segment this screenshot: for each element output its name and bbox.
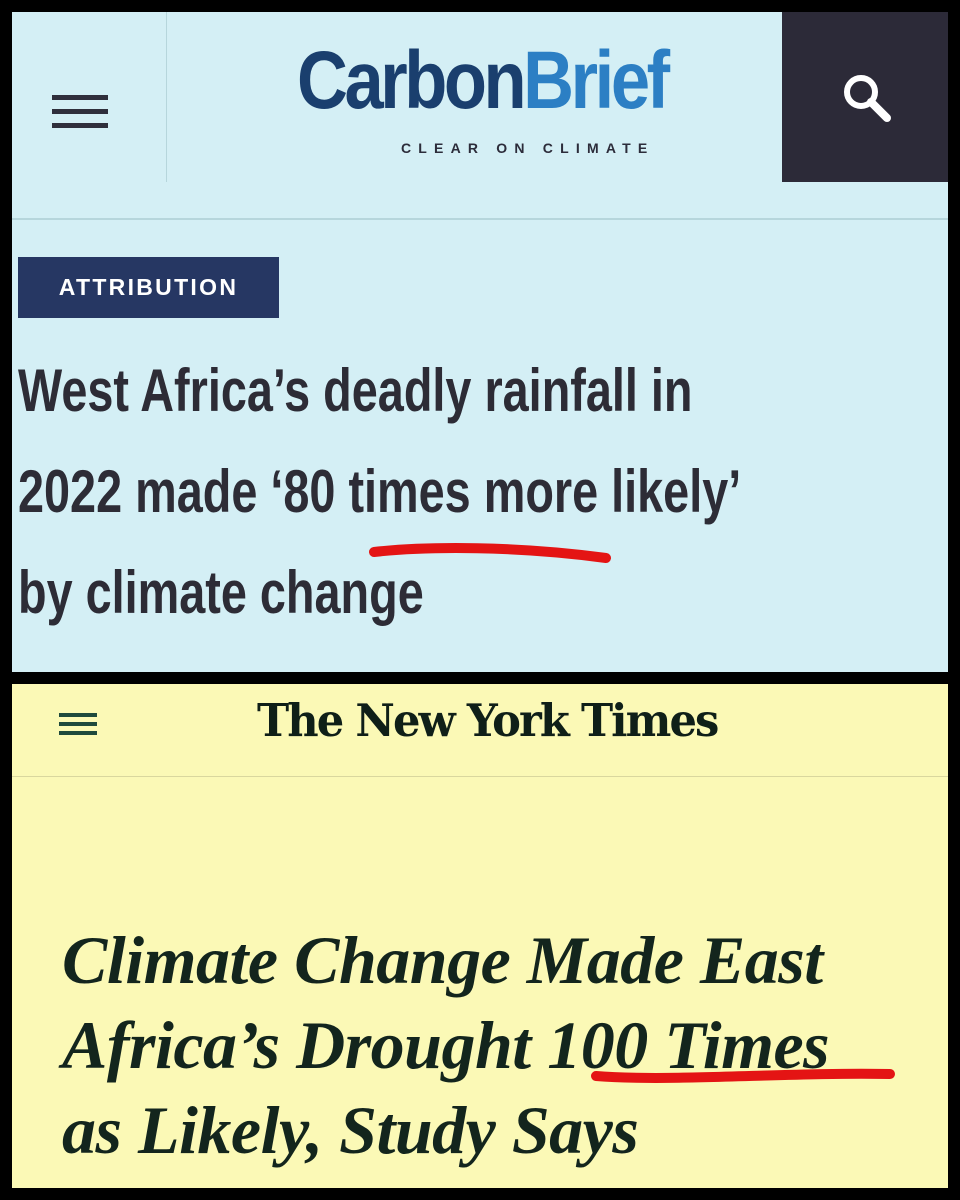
logo-carbon: Carbon xyxy=(297,35,527,126)
headline-line-2-end: more likely’ xyxy=(470,458,742,525)
headline-line-2-start: 2022 made ‘ xyxy=(18,458,284,525)
collage-frame: CarbonBrief CLEAR ON CLIMATE ATTRIBUTION… xyxy=(0,0,960,1200)
logo-tagline: CLEAR ON CLIMATE xyxy=(401,140,655,156)
headline-line-1: Climate Change Made East xyxy=(62,922,823,998)
nyt-headline[interactable]: Climate Change Made East Africa’s Drough… xyxy=(62,918,830,1173)
logo-brief: Brief xyxy=(523,35,670,126)
header-divider xyxy=(166,12,167,182)
carbonbrief-logo[interactable]: CarbonBrief CLEAR ON CLIMATE xyxy=(297,40,717,170)
headline-line-3: as Likely, Study Says xyxy=(62,1092,639,1168)
nyt-screenshot: The New York Times Climate Change Made E… xyxy=(12,684,948,1188)
hamburger-icon[interactable] xyxy=(59,711,99,735)
logo-wordmark: CarbonBrief xyxy=(297,40,670,122)
headline-highlight: 80 times xyxy=(283,458,471,525)
nyt-header: The New York Times xyxy=(12,684,948,777)
headline-line-1: West Africa’s deadly rainfall in xyxy=(18,357,693,424)
hamburger-icon[interactable] xyxy=(52,92,108,132)
carbonbrief-header: CarbonBrief CLEAR ON CLIMATE xyxy=(12,12,948,220)
red-underline-annotation xyxy=(591,1068,895,1083)
carbonbrief-headline[interactable]: West Africa’s deadly rainfall in 2022 ma… xyxy=(18,357,743,646)
nyt-logo[interactable]: The New York Times xyxy=(257,694,719,747)
headline-line-2-start: Africa’s Drought xyxy=(62,1007,548,1083)
carbonbrief-screenshot: CarbonBrief CLEAR ON CLIMATE ATTRIBUTION… xyxy=(12,12,948,672)
headline-line-2: 2022 made ‘80 times more likely’ xyxy=(18,438,743,545)
magnifier-icon xyxy=(844,75,891,122)
search-button[interactable] xyxy=(782,12,948,182)
red-underline-annotation xyxy=(369,543,611,563)
category-tag[interactable]: ATTRIBUTION xyxy=(18,257,279,318)
